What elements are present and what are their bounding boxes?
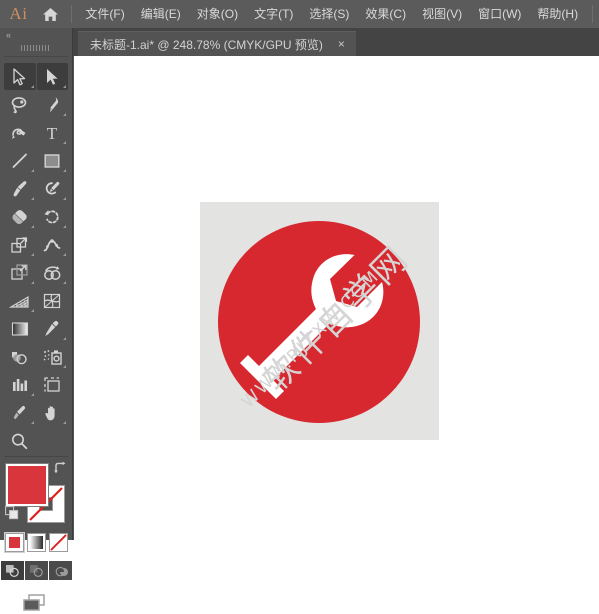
swap-fill-stroke-icon[interactable] [52, 461, 67, 480]
draw-behind-mode[interactable] [24, 561, 48, 580]
eraser-tool[interactable] [4, 203, 36, 230]
menu-file[interactable]: 文件(F) [77, 0, 132, 28]
svg-text:T: T [47, 124, 58, 142]
draw-inside-mode[interactable] [48, 561, 72, 580]
fill-mode-buttons [0, 532, 72, 553]
wrench-shape [218, 221, 420, 423]
app-logo: Ai [9, 4, 28, 23]
document-tab-bar: 未标题-1.ai* @ 248.78% (CMYK/GPU 预览) × [73, 28, 599, 56]
tools-panel: « T [0, 28, 73, 611]
fill-color-mode[interactable] [3, 532, 25, 553]
screen-mode-button[interactable] [0, 592, 72, 614]
document-tab-label: 未标题-1.ai* @ 248.78% (CMYK/GPU 预览) [90, 37, 323, 52]
perspective-grid-tool[interactable] [4, 287, 36, 314]
menu-effect[interactable]: 效果(C) [357, 0, 414, 28]
draw-mode-buttons [0, 559, 72, 582]
paintbrush-tool[interactable] [4, 175, 36, 202]
hand-tool[interactable] [37, 399, 69, 426]
menu-bar: Ai 文件(F) 编辑(E) 对象(O) 文字(T) 选择(S) 效果(C) 视… [0, 0, 599, 28]
gradient-tool[interactable] [4, 315, 36, 342]
selection-tool[interactable] [4, 63, 36, 90]
menu-view[interactable]: 视图(V) [414, 0, 470, 28]
blend-tool[interactable] [4, 343, 36, 370]
shaper-tool[interactable] [37, 175, 69, 202]
artboard-tool[interactable] [37, 371, 69, 398]
default-fill-stroke-icon[interactable] [5, 506, 19, 525]
slice-tool[interactable] [4, 399, 36, 426]
mesh-tool[interactable] [37, 287, 69, 314]
column-graph-tool[interactable] [4, 371, 36, 398]
menu-object[interactable]: 对象(O) [189, 0, 246, 28]
lasso-tool[interactable] [4, 91, 36, 118]
tool-grid: T [0, 60, 72, 454]
draw-normal-mode[interactable] [0, 561, 24, 580]
direct-selection-tool[interactable] [36, 63, 68, 90]
line-segment-tool[interactable] [4, 147, 36, 174]
zoom-tool[interactable] [4, 427, 36, 454]
color-controls [5, 461, 67, 525]
fill-gradient-mode[interactable] [26, 533, 46, 552]
menu-select[interactable]: 选择(S) [301, 0, 357, 28]
symbol-sprayer-tool[interactable] [37, 343, 69, 370]
free-transform-tool[interactable] [4, 259, 36, 286]
artboard: 软件自学网 WWW.RJZXW.COM [200, 202, 439, 440]
illustrator-window: Ai 文件(F) 编辑(E) 对象(O) 文字(T) 选择(S) 效果(C) 视… [0, 0, 599, 611]
menu-window[interactable]: 窗口(W) [470, 0, 529, 28]
rotate-tool[interactable] [37, 203, 69, 230]
rectangle-tool[interactable] [37, 147, 69, 174]
menu-divider-right [592, 5, 593, 23]
home-icon[interactable] [37, 7, 65, 22]
width-tool[interactable] [37, 231, 69, 258]
menu-help[interactable]: 帮助(H) [529, 0, 586, 28]
fill-none-mode[interactable] [48, 533, 68, 552]
menu-type[interactable]: 文字(T) [246, 0, 301, 28]
eyedropper-tool[interactable] [37, 315, 69, 342]
menu-item-list: 文件(F) 编辑(E) 对象(O) 文字(T) 选择(S) 效果(C) 视图(V… [77, 0, 586, 28]
document-canvas[interactable]: 软件自学网 WWW.RJZXW.COM [74, 56, 599, 540]
menu-edit[interactable]: 编辑(E) [133, 0, 189, 28]
toolbar-divider [4, 56, 68, 57]
type-tool[interactable]: T [37, 119, 69, 146]
close-icon[interactable]: × [335, 38, 348, 50]
curvature-tool[interactable] [4, 119, 36, 146]
scale-tool[interactable] [4, 231, 36, 258]
panel-grip-handle[interactable] [0, 42, 72, 54]
tool-empty-slot [37, 427, 69, 454]
pen-tool[interactable] [37, 91, 69, 118]
collapse-panel-icon[interactable]: « [0, 28, 72, 42]
fill-swatch[interactable] [5, 463, 49, 507]
toolbar-divider-2 [4, 456, 68, 457]
menu-divider-left [70, 5, 72, 23]
shape-builder-tool[interactable] [37, 259, 69, 286]
document-tab[interactable]: 未标题-1.ai* @ 248.78% (CMYK/GPU 预览) × [78, 31, 356, 56]
